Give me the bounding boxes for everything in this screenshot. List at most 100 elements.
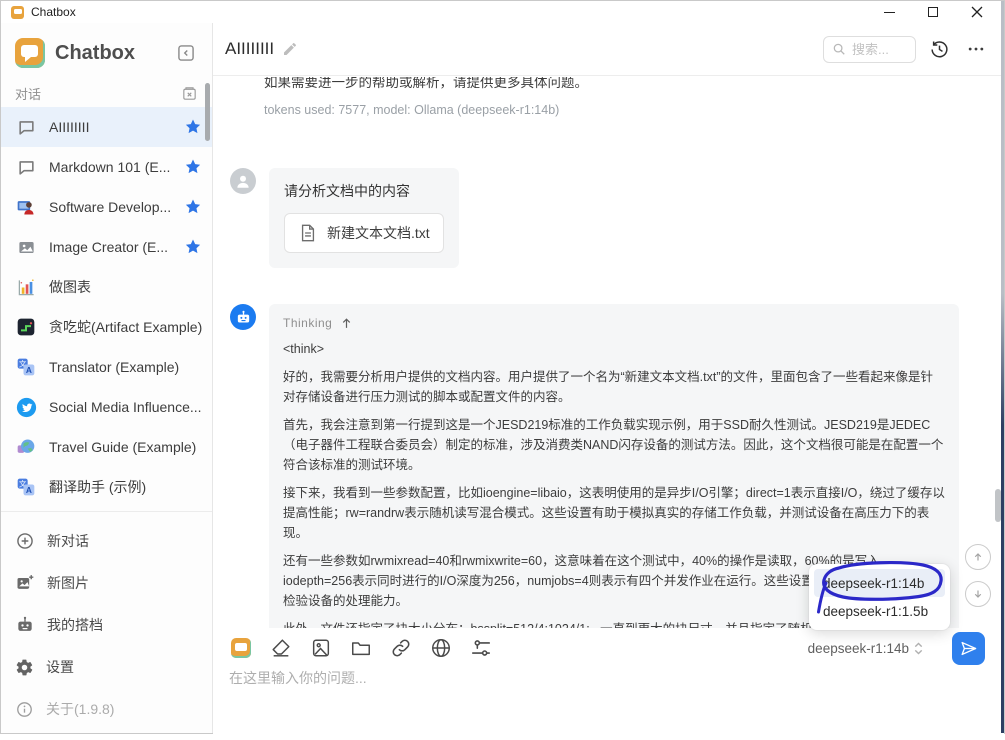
attach-file-button[interactable] xyxy=(349,636,373,660)
search-input[interactable] xyxy=(852,42,907,57)
chart-emoji-icon xyxy=(15,276,37,298)
star-icon[interactable] xyxy=(184,238,202,256)
collapse-panel-icon xyxy=(176,43,196,63)
star-icon[interactable] xyxy=(184,198,202,216)
maximize-button[interactable] xyxy=(916,2,950,22)
my-copilots-button[interactable]: 我的搭档 xyxy=(1,604,212,646)
chatbox-logo-icon xyxy=(15,38,45,68)
eraser-icon xyxy=(270,637,292,659)
new-image-button[interactable]: 新图片 xyxy=(1,562,212,604)
conversation-item-translator[interactable]: 文A Translator (Example) xyxy=(1,347,212,387)
conversation-item-markdown[interactable]: Markdown 101 (E... xyxy=(1,147,212,187)
attachment-chip[interactable]: 新建文本文档.txt xyxy=(284,213,444,253)
svg-text:A: A xyxy=(26,485,32,495)
previous-message-tail: 如果需要进一步的帮助或解析，请提供更多具体问题。 xyxy=(264,77,588,94)
conversation-item-translation-assistant[interactable]: 文A 翻译助手 (示例) xyxy=(1,467,212,507)
robot-face-icon xyxy=(235,309,252,326)
sidebar-header: Chatbox xyxy=(1,23,212,78)
person-icon xyxy=(234,172,252,190)
conversation-item-snake-game[interactable]: 贪吃蛇(Artifact Example) xyxy=(1,307,212,347)
translator-icon: 文A xyxy=(15,356,37,378)
settings-button[interactable]: 设置 xyxy=(1,646,212,688)
conversation-list: AIIIIIIII Markdown 101 (E... Software De… xyxy=(1,107,212,507)
conversations-label: 对话 xyxy=(15,84,181,103)
robot-icon xyxy=(15,615,35,635)
ellipsis-icon xyxy=(966,39,986,59)
clear-context-button[interactable] xyxy=(269,636,293,660)
history-button[interactable] xyxy=(925,35,953,63)
model-dropdown: deepseek-r1:14b deepseek-r1:1.5b xyxy=(809,564,950,630)
search-box[interactable] xyxy=(823,36,916,63)
sidebar-menu: 新对话 新图片 我的搭档 设置 关于(1.9.8) xyxy=(1,520,212,740)
app-name: Chatbox xyxy=(55,42,174,65)
scroll-to-bottom-button[interactable] xyxy=(965,581,991,607)
think-paragraph: 好的，我需要分析用户提供的文档内容。用户提供了一个名为“新建文本文档.txt”的… xyxy=(283,367,945,407)
conversations-section-header: 对话 xyxy=(1,78,212,107)
image-icon xyxy=(15,236,37,258)
close-button[interactable] xyxy=(960,2,994,22)
token-usage-meta: tokens used: 7577, model: Ollama (deepse… xyxy=(264,103,559,117)
model-selector[interactable]: deepseek-r1:14b xyxy=(808,641,924,656)
send-button[interactable] xyxy=(952,632,985,665)
titlebar: Chatbox xyxy=(1,1,1004,23)
assistant-quick-button[interactable] xyxy=(229,636,253,660)
user-avatar xyxy=(230,168,256,194)
about-button[interactable]: 关于(1.9.8) xyxy=(1,688,212,730)
chatbox-logo-icon xyxy=(231,638,251,658)
web-browsing-button[interactable] xyxy=(429,636,453,660)
think-paragraph: 接下来，我看到一些参数配置，比如ioengine=libaio，这表明使用的是异… xyxy=(283,483,945,543)
search-icon xyxy=(832,42,846,56)
collapse-thinking-icon[interactable] xyxy=(340,317,353,330)
thinking-label: Thinking xyxy=(283,316,332,330)
send-plane-icon xyxy=(959,639,978,658)
window-title: Chatbox xyxy=(31,5,76,19)
sidebar-scrollbar-thumb[interactable] xyxy=(205,83,210,141)
translator-icon: 文A xyxy=(15,476,37,498)
globe-icon xyxy=(430,637,452,659)
snake-game-icon xyxy=(15,316,37,338)
link-icon xyxy=(390,637,412,659)
attachment-filename: 新建文本文档.txt xyxy=(327,223,430,243)
assistant-avatar xyxy=(230,304,256,330)
chat-bubble-icon xyxy=(15,116,37,138)
history-clock-icon xyxy=(929,39,950,60)
chat-scroll-area[interactable]: 如果需要进一步的帮助或解析，请提供更多具体问题。 tokens used: 75… xyxy=(213,76,1004,628)
folder-icon xyxy=(350,637,372,659)
chevron-up-down-icon xyxy=(913,641,924,656)
current-model-label: deepseek-r1:14b xyxy=(808,641,909,656)
conversation-item-image-creator[interactable]: Image Creator (E... xyxy=(1,227,212,267)
composer: deepseek-r1:14b xyxy=(213,628,1004,735)
star-icon[interactable] xyxy=(184,158,202,176)
developer-emoji-icon xyxy=(15,196,37,218)
edit-title-icon[interactable] xyxy=(282,41,298,57)
think-paragraph: 首先，我会注意到第一行提到这是一个JESD219标准的工作负载实现示例，用于SS… xyxy=(283,415,945,475)
attach-link-button[interactable] xyxy=(389,636,413,660)
conversation-item-charts[interactable]: 做图表 xyxy=(1,267,212,307)
star-icon[interactable] xyxy=(184,118,202,136)
conversation-item-travel-guide[interactable]: Travel Guide (Example) xyxy=(1,427,212,467)
chat-bubble-icon xyxy=(15,156,37,178)
svg-text:A: A xyxy=(26,365,32,375)
message-input[interactable] xyxy=(229,668,969,726)
clear-conversations-icon[interactable] xyxy=(181,85,198,102)
model-option-deepseek-r1-14b[interactable]: deepseek-r1:14b xyxy=(814,569,945,597)
conversation-item-software-developer[interactable]: Software Develop... xyxy=(1,187,212,227)
close-icon xyxy=(971,6,983,18)
plus-circle-icon xyxy=(15,531,35,551)
composer-toolbar xyxy=(229,636,493,660)
conversation-title: AIIIIIIII xyxy=(225,39,274,59)
conversation-item-social-media[interactable]: Social Media Influence... xyxy=(1,387,212,427)
new-image-icon xyxy=(15,573,35,593)
main-panel: AIIIIIIII 如果需要进一步的帮助或解析，请提供更多具体问题。 xyxy=(213,23,1004,733)
gear-icon xyxy=(15,658,34,677)
minimize-button[interactable] xyxy=(872,2,906,22)
model-option-deepseek-r1-1-5b[interactable]: deepseek-r1:1.5b xyxy=(814,597,945,625)
conversation-item-aiiiiiiii[interactable]: AIIIIIIII xyxy=(1,107,212,147)
attach-image-button[interactable] xyxy=(309,636,333,660)
scroll-to-top-button[interactable] xyxy=(965,544,991,570)
new-chat-button[interactable]: 新对话 xyxy=(1,520,212,562)
sidebar-collapse-button[interactable] xyxy=(174,41,198,65)
sliders-icon xyxy=(470,637,492,659)
settings-sliders-button[interactable] xyxy=(469,636,493,660)
more-options-button[interactable] xyxy=(962,35,990,63)
